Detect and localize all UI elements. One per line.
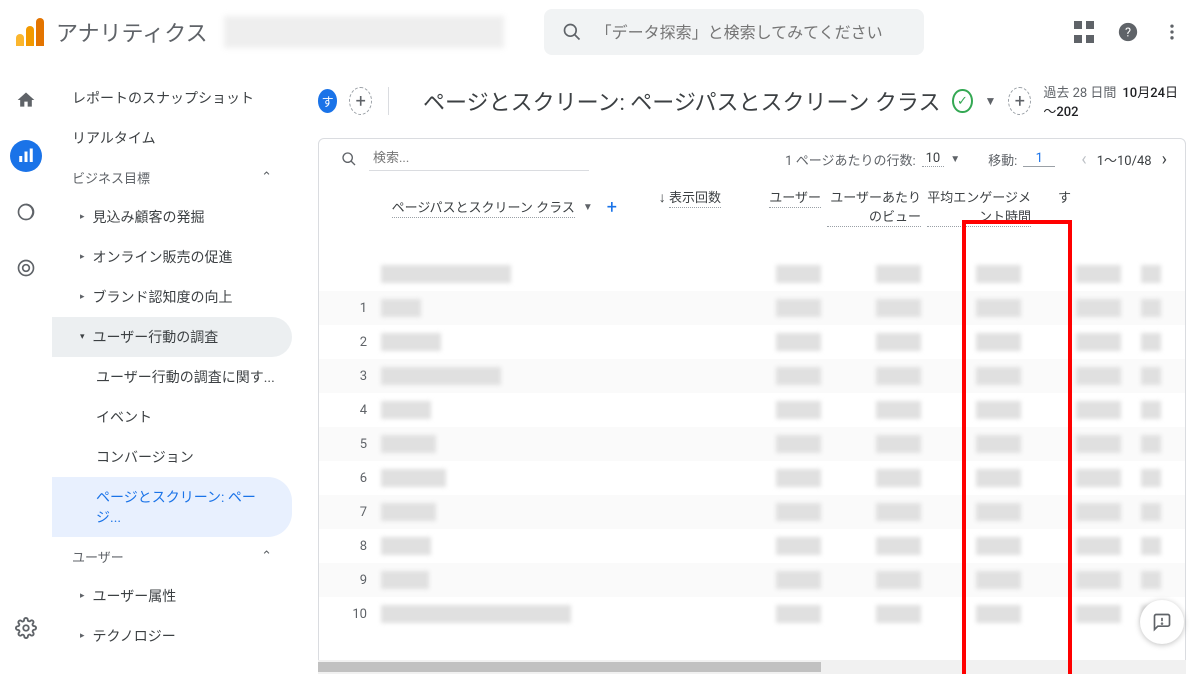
page-title: ページとスクリーン: ページパスとスクリーン クラス (423, 85, 940, 117)
table-row[interactable]: 1 (319, 291, 1185, 325)
rail-reports[interactable] (10, 140, 42, 172)
table-row[interactable]: 6 (319, 461, 1185, 495)
prev-page-button: ‹ (1081, 149, 1086, 170)
col-engagement[interactable]: 平均エンゲージメント時間 (927, 187, 1031, 227)
col-users[interactable]: ユーザー (769, 187, 821, 208)
help-icon[interactable]: ? (1116, 20, 1140, 44)
customize-button[interactable]: + (1008, 87, 1031, 115)
table-row[interactable]: 3 (319, 359, 1185, 393)
table-controls: 1 ページあたりの行数: 10 ▼ 移動: ‹ 1～10/48 › (319, 143, 1185, 177)
logo: アナリティクス (16, 16, 208, 48)
sidebar-item-leads[interactable]: 見込み顧客の発掘 (52, 197, 292, 237)
pager: ‹ 1～10/48 › (1081, 149, 1167, 170)
topbar: アナリティクス ? (0, 0, 1200, 64)
svg-text:?: ? (1125, 26, 1131, 41)
chevron-up-icon: ⌃ (261, 170, 272, 185)
table-row[interactable]: 5 (319, 427, 1185, 461)
sidebar-item-sales[interactable]: オンライン販売の促進 (52, 237, 292, 277)
col-page-path[interactable]: ページパスとスクリーン クラス (392, 197, 575, 218)
apps-icon[interactable] (1072, 20, 1096, 44)
rail-ads[interactable] (10, 252, 42, 284)
col-extra[interactable]: す (1058, 191, 1071, 206)
chevron-down-icon: ▼ (950, 154, 960, 165)
sidebar-item-pages[interactable]: ページとスクリーン: ページ... (52, 477, 292, 537)
status-check-icon[interactable]: ✓ (952, 89, 972, 113)
rows-per-page[interactable]: 1 ページあたりの行数: 10 ▼ (785, 150, 960, 169)
page-header: す + ページとスクリーン: ページパスとスクリーン クラス ✓ ▼ + 過去 … (292, 64, 1200, 130)
sidebar-item-brand[interactable]: ブランド認知度の向上 (52, 277, 292, 317)
app-name: アナリティクス (56, 16, 208, 48)
segment-chip[interactable]: す (318, 89, 337, 113)
top-actions: ? (1072, 20, 1184, 44)
property-selector[interactable] (224, 16, 504, 48)
sidebar-item-conversions[interactable]: コンバージョン (52, 437, 292, 477)
more-icon[interactable] (1160, 20, 1184, 44)
table-row[interactable]: 7 (319, 495, 1185, 529)
table-search-input[interactable] (369, 147, 589, 171)
search-icon (337, 147, 361, 171)
rail-explore[interactable] (10, 196, 42, 228)
sidebar-item-behavior[interactable]: ▾ユーザー行動の調査 (52, 317, 292, 357)
table-row-total (319, 257, 1185, 291)
goto-input[interactable] (1023, 151, 1055, 167)
add-dimension-button[interactable]: + (607, 197, 617, 218)
sidebar-item-events[interactable]: イベント (52, 397, 292, 437)
table-row[interactable]: 2 (319, 325, 1185, 359)
sidebar-item-user-attr[interactable]: ユーザー属性 (52, 576, 292, 616)
analytics-icon (16, 18, 44, 46)
rail-admin[interactable] (10, 612, 42, 644)
sidebar-item-snapshot[interactable]: レポートのスナップショット (52, 78, 292, 118)
col-views-per-user[interactable]: ユーザーあたりのビュー (827, 187, 921, 227)
sidebar-item-technology[interactable]: テクノロジー (52, 616, 292, 656)
sidebar-item-behavior-detail[interactable]: ユーザー行動の調査に関す... (52, 357, 292, 397)
feedback-button[interactable] (1140, 600, 1184, 644)
horizontal-scrollbar[interactable] (318, 660, 1186, 674)
sidebar-section-user[interactable]: ユーザー⌃ (52, 537, 292, 576)
date-range[interactable]: 過去 28 日間10月24日～202 (1043, 82, 1180, 120)
sort-desc-icon[interactable]: ↓ (659, 190, 666, 206)
search-input[interactable] (596, 23, 908, 42)
rail-home[interactable] (10, 84, 42, 116)
page-indicator: 1～10/48 (1097, 150, 1152, 169)
table-row[interactable]: 10 (319, 597, 1185, 631)
chevron-up-icon: ⌃ (261, 549, 272, 564)
sidebar-section-biz[interactable]: ビジネス目標⌃ (52, 158, 292, 197)
sidebar-item-library[interactable]: ライブラリ (52, 660, 292, 674)
chevron-down-icon[interactable]: ▼ (985, 94, 997, 108)
sidebar-item-realtime[interactable]: リアルタイム (52, 118, 292, 158)
search-bar[interactable] (544, 9, 924, 55)
next-page-button[interactable]: › (1162, 149, 1167, 170)
col-views[interactable]: 表示回数 (669, 187, 721, 208)
table-rows: 1 2 3 4 5 6 7 8 9 10 (319, 257, 1185, 631)
chevron-down-icon[interactable]: ▼ (583, 202, 593, 213)
table-row[interactable]: 9 (319, 563, 1185, 597)
add-comparison-button[interactable]: + (349, 87, 372, 115)
goto-row: 移動: (988, 150, 1055, 169)
main-content: す + ページとスクリーン: ページパスとスクリーン クラス ✓ ▼ + 過去 … (292, 64, 1200, 674)
data-table: 1 ページあたりの行数: 10 ▼ 移動: ‹ 1～10/48 › ページパスと… (318, 138, 1186, 674)
table-row[interactable]: 4 (319, 393, 1185, 427)
table-header: ページパスとスクリーン クラス ▼ + ↓ 表示回数 ユーザー ユーザーあたりの… (319, 177, 1185, 257)
search-icon (560, 20, 584, 44)
sidebar: レポートのスナップショット リアルタイム ビジネス目標⌃ 見込み顧客の発掘 オン… (52, 64, 292, 674)
table-row[interactable]: 8 (319, 529, 1185, 563)
nav-rail (0, 64, 52, 674)
